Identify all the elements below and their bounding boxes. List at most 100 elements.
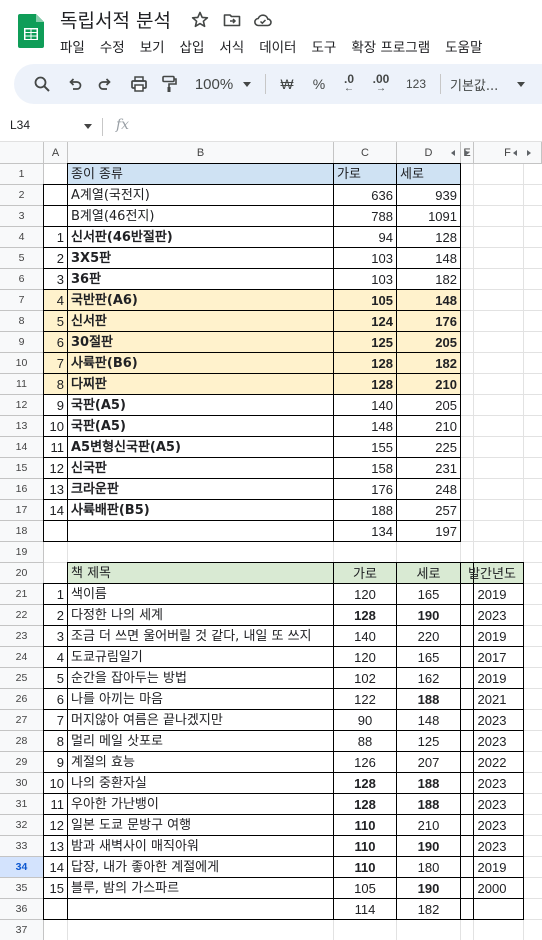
- paper-row-index[interactable]: 13: [44, 479, 67, 500]
- book-title-cell[interactable]: 다정한 나의 세계: [68, 605, 333, 626]
- row-header[interactable]: 18: [0, 521, 44, 542]
- decrease-decimal-button[interactable]: .0 ←: [336, 64, 362, 104]
- formula-input[interactable]: [140, 117, 530, 137]
- book-width-cell[interactable]: 128: [334, 773, 396, 794]
- row-header[interactable]: 6: [0, 269, 44, 290]
- paper-height-cell[interactable]: 148: [397, 248, 460, 269]
- paper-width-cell[interactable]: 636: [334, 185, 396, 206]
- book-width-cell[interactable]: 110: [334, 857, 396, 878]
- paper-row-index[interactable]: 3: [44, 269, 67, 290]
- book-year-cell[interactable]: 2023: [461, 731, 523, 752]
- paper-row-index[interactable]: 12: [44, 458, 67, 479]
- row-header[interactable]: 34: [0, 857, 44, 878]
- paper-height-cell[interactable]: 210: [397, 416, 460, 437]
- paper-header-name[interactable]: 종이 종류: [68, 164, 333, 185]
- font-select[interactable]: 기본값...: [450, 64, 510, 104]
- book-height-cell[interactable]: 180: [397, 857, 460, 878]
- row-header[interactable]: 32: [0, 815, 44, 836]
- book-year-cell[interactable]: 2019: [461, 626, 523, 647]
- paper-width-cell[interactable]: 188: [334, 500, 396, 521]
- paint-format-button[interactable]: [158, 64, 180, 104]
- move-folder-icon[interactable]: [222, 10, 242, 30]
- row-header[interactable]: 33: [0, 836, 44, 857]
- name-box[interactable]: L34: [10, 118, 30, 132]
- book-year-cell[interactable]: 2023: [461, 710, 523, 731]
- row-header[interactable]: 31: [0, 794, 44, 815]
- row-header[interactable]: 20: [0, 563, 44, 584]
- paper-name-cell[interactable]: 신서판: [68, 311, 333, 332]
- paper-height-cell[interactable]: 176: [397, 311, 460, 332]
- paper-row-index[interactable]: 6: [44, 332, 67, 353]
- row-header[interactable]: 4: [0, 227, 44, 248]
- row-header[interactable]: 13: [0, 416, 44, 437]
- book-year-cell[interactable]: 2021: [461, 689, 523, 710]
- row-header[interactable]: 29: [0, 752, 44, 773]
- column-header-b[interactable]: B: [68, 142, 334, 164]
- star-icon[interactable]: [190, 10, 210, 30]
- book-header-width[interactable]: 가로: [334, 563, 396, 584]
- row-header[interactable]: 14: [0, 437, 44, 458]
- book-title-cell[interactable]: 나의 중환자실: [68, 773, 333, 794]
- book-title-cell[interactable]: [68, 899, 333, 920]
- paper-width-cell[interactable]: 155: [334, 437, 396, 458]
- book-title-cell[interactable]: 멀리 메일 삿포로: [68, 731, 333, 752]
- row-header[interactable]: 3: [0, 206, 44, 227]
- paper-header-width[interactable]: 가로: [334, 164, 396, 185]
- row-header[interactable]: 7: [0, 290, 44, 311]
- book-year-cell[interactable]: 2023: [461, 773, 523, 794]
- paper-row-index[interactable]: [44, 206, 67, 227]
- expand-left-arrow-icon[interactable]: [513, 150, 517, 156]
- paper-row-index[interactable]: 2: [44, 248, 67, 269]
- column-header-f[interactable]: F: [474, 142, 542, 164]
- paper-width-cell[interactable]: 103: [334, 248, 396, 269]
- paper-row-index[interactable]: [44, 521, 67, 542]
- sheets-logo-icon[interactable]: [18, 14, 44, 48]
- book-year-cell[interactable]: 2000: [461, 878, 523, 899]
- paper-width-cell[interactable]: 140: [334, 395, 396, 416]
- column-header-a[interactable]: A: [44, 142, 68, 164]
- search-menus-button[interactable]: [30, 64, 54, 104]
- paper-height-cell[interactable]: 182: [397, 353, 460, 374]
- paper-width-cell[interactable]: 134: [334, 521, 396, 542]
- paper-name-cell[interactable]: 다찌판: [68, 374, 333, 395]
- paper-name-cell[interactable]: B계열(46전지): [68, 206, 333, 227]
- book-height-cell[interactable]: 165: [397, 584, 460, 605]
- book-row-index[interactable]: 9: [44, 752, 67, 773]
- paper-row-index[interactable]: 5: [44, 311, 67, 332]
- book-title-cell[interactable]: 답장, 내가 좋아한 계절에게: [68, 857, 333, 878]
- expand-left-arrow-icon[interactable]: [451, 150, 455, 156]
- row-header[interactable]: 12: [0, 395, 44, 416]
- book-row-index[interactable]: 14: [44, 857, 67, 878]
- column-header-c[interactable]: C: [334, 142, 397, 164]
- menu-insert[interactable]: 삽입: [180, 36, 205, 56]
- book-row-index[interactable]: 10: [44, 773, 67, 794]
- book-height-cell[interactable]: 188: [397, 794, 460, 815]
- paper-width-cell[interactable]: 148: [334, 416, 396, 437]
- paper-name-cell[interactable]: 국판(A5): [68, 416, 333, 437]
- row-header[interactable]: 11: [0, 374, 44, 395]
- row-header[interactable]: 16: [0, 479, 44, 500]
- paper-row-index[interactable]: 8: [44, 374, 67, 395]
- book-header-year[interactable]: 발간년도: [461, 563, 523, 584]
- book-row-index[interactable]: 5: [44, 668, 67, 689]
- paper-height-cell[interactable]: 210: [397, 374, 460, 395]
- book-height-cell[interactable]: 182: [397, 899, 460, 920]
- book-year-cell[interactable]: 2023: [461, 605, 523, 626]
- paper-width-cell[interactable]: 124: [334, 311, 396, 332]
- paper-height-cell[interactable]: 148: [397, 290, 460, 311]
- book-row-index[interactable]: 12: [44, 815, 67, 836]
- paper-width-cell[interactable]: 128: [334, 374, 396, 395]
- book-width-cell[interactable]: 90: [334, 710, 396, 731]
- book-width-cell[interactable]: 128: [334, 794, 396, 815]
- paper-name-cell[interactable]: 크라운판: [68, 479, 333, 500]
- paper-height-cell[interactable]: 939: [397, 185, 460, 206]
- book-row-index[interactable]: 13: [44, 836, 67, 857]
- book-title-cell[interactable]: 계절의 효능: [68, 752, 333, 773]
- expand-right-arrow-icon[interactable]: [465, 150, 469, 156]
- paper-row-index[interactable]: 14: [44, 500, 67, 521]
- row-header[interactable]: 22: [0, 605, 44, 626]
- paper-name-cell[interactable]: 사륙배판(B5): [68, 500, 333, 521]
- book-height-cell[interactable]: 220: [397, 626, 460, 647]
- book-year-cell[interactable]: 2023: [461, 794, 523, 815]
- book-header-height[interactable]: 세로: [397, 563, 460, 584]
